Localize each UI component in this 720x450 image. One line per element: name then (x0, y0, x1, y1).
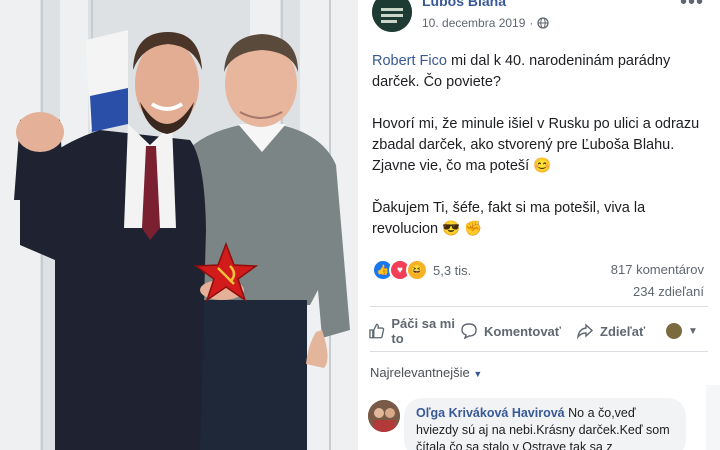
comment-icon (461, 323, 477, 340)
share-button[interactable]: Zdieľať (576, 312, 645, 350)
thumbs-up-icon (369, 323, 385, 339)
post-header: Ľuboš Blaha 10. decembra 2019 · ••• (358, 0, 720, 42)
commenter-avatar[interactable] (368, 400, 400, 432)
reaction-count[interactable]: 5,3 tis. (433, 263, 471, 278)
author-name[interactable]: Ľuboš Blaha (422, 0, 506, 9)
commenter-avatar-graphic (368, 400, 400, 432)
post-text: Robert Fico mi dal k 40. narodeninám par… (372, 51, 702, 261)
avatar-graphic (372, 0, 412, 32)
globe-icon[interactable] (537, 17, 550, 29)
share-label: Zdieľať (600, 323, 646, 339)
post-meta: 10. decembra 2019 · (422, 16, 550, 30)
post-date[interactable]: 10. decembra 2019 (422, 16, 525, 30)
post-paragraph-3: Ďakujem Ti, šéfe, fakt si ma potešil, vi… (372, 198, 702, 240)
like-label: Páči sa mi to (391, 316, 455, 346)
photo-illustration (0, 0, 358, 450)
post-paragraph-2: Hovorí mi, že minule išiel v Rusku po ul… (372, 114, 702, 177)
like-button[interactable]: Páči sa mi to (368, 312, 468, 350)
meta-separator: · (529, 16, 534, 30)
fist-emoji: ✊ (464, 221, 483, 237)
share-count[interactable]: 234 zdieľaní (633, 284, 704, 299)
post-paragraph-3-text: Ďakujem Ti, šéfe, fakt si ma potešil, vi… (372, 200, 646, 237)
comment-label: Komentovať (484, 323, 562, 339)
mention-link[interactable]: Robert Fico (372, 53, 447, 69)
comment-bubble: Oľga Kriváková Havirová No a čo,veď hvie… (404, 398, 686, 450)
divider-top (370, 306, 708, 307)
action-bar: Páči sa mi to Komentovať Zdieľať ▼ (358, 312, 720, 350)
comment-button[interactable]: Komentovať (460, 312, 561, 350)
haha-icon: 😆 (406, 259, 428, 281)
caret-down-icon: ▼ (688, 325, 698, 337)
commenter-name[interactable]: Oľga Kriváková Havirová (416, 406, 565, 420)
sunglasses-emoji: 😎 (442, 221, 461, 237)
profile-mini-avatar (666, 323, 682, 339)
smile-emoji: 😊 (533, 158, 552, 174)
comment-count[interactable]: 817 komentárov (611, 262, 704, 277)
comment-sort-dropdown[interactable]: Najrelevantnejšie ▼ (370, 365, 482, 380)
react-as-selector[interactable]: ▼ (666, 312, 698, 350)
author-avatar[interactable] (372, 0, 412, 32)
sort-caret-icon: ▼ (473, 369, 483, 379)
post-paragraph-1: Robert Fico mi dal k 40. narodeninám par… (372, 51, 702, 93)
share-icon (576, 323, 594, 340)
post-panel: Ľuboš Blaha 10. decembra 2019 · ••• Robe… (358, 0, 720, 450)
post-photo[interactable] (0, 0, 358, 450)
divider-bottom (370, 351, 708, 352)
comment-side-strip (706, 385, 720, 450)
sort-label: Najrelevantnejšie (370, 365, 470, 380)
more-options-icon[interactable]: ••• (680, 0, 704, 14)
reaction-summary[interactable]: 👍 ♥ 😆 5,3 tis. (372, 259, 471, 281)
